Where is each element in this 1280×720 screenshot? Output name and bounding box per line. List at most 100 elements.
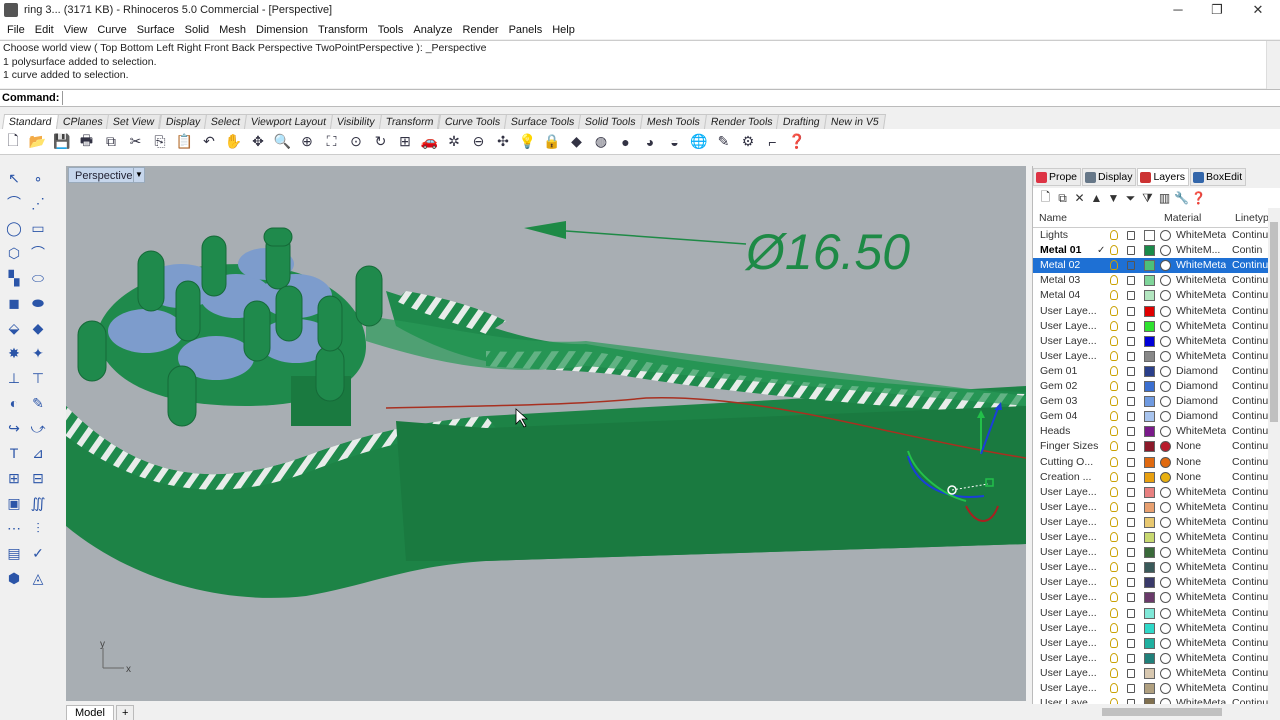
dimension-icon[interactable]: ⌐ <box>762 131 784 153</box>
material-swatch[interactable] <box>1160 501 1171 513</box>
layer-color-swatch[interactable] <box>1144 381 1155 392</box>
visibility-bulb-icon[interactable] <box>1110 456 1118 467</box>
layer-linetype[interactable]: Continu <box>1232 621 1272 636</box>
layer-row[interactable]: Heads WhiteMetal Continu <box>1033 424 1273 439</box>
layer-linetype[interactable]: Continu <box>1232 304 1272 319</box>
layer-row[interactable]: User Laye... WhiteMetal Continu <box>1033 545 1273 560</box>
lock-icon[interactable] <box>1127 261 1135 271</box>
viewport-menu-icon[interactable]: ▼ <box>133 167 145 183</box>
toolbar-tab-solid-tools[interactable]: Solid Tools <box>578 114 643 129</box>
split-icon[interactable]: ⊤ <box>27 367 49 389</box>
layer-row[interactable]: User Laye... WhiteMetal Continu <box>1033 651 1273 666</box>
layer-color-swatch[interactable] <box>1144 471 1155 483</box>
material-swatch[interactable] <box>1160 320 1171 332</box>
material-swatch[interactable] <box>1160 683 1171 694</box>
toolbar-tab-transform[interactable]: Transform <box>378 114 441 129</box>
check-icon[interactable]: ✓ <box>27 542 49 564</box>
layer-linetype[interactable]: Continu <box>1232 606 1272 621</box>
material-swatch[interactable] <box>1160 622 1171 634</box>
polyline-icon[interactable]: ⌒ <box>3 192 25 214</box>
blend-icon[interactable]: ✎ <box>27 392 49 414</box>
panel-tab-display[interactable]: Display <box>1082 168 1137 186</box>
material-swatch[interactable] <box>1160 516 1171 528</box>
layer-material[interactable]: None <box>1176 455 1226 470</box>
layer-linetype[interactable]: Continu <box>1232 545 1272 560</box>
material-swatch[interactable] <box>1160 607 1171 619</box>
shaded-sphere-icon[interactable]: ◕ <box>639 131 661 153</box>
layer-row[interactable]: User Laye... WhiteMetal Continu <box>1033 666 1273 681</box>
extrude-icon[interactable]: ◆ <box>27 317 49 339</box>
zoom-extents-icon[interactable]: ⛶ <box>321 131 343 153</box>
panel-tab-layers[interactable]: Layers <box>1137 168 1189 186</box>
visibility-bulb-icon[interactable] <box>1110 562 1118 573</box>
hscroll-thumb[interactable] <box>1102 708 1222 716</box>
material-swatch[interactable] <box>1160 230 1171 241</box>
lock-icon[interactable]: 🔒 <box>541 131 563 153</box>
menu-solid[interactable]: Solid <box>180 24 214 36</box>
layer-material[interactable]: WhiteMetal <box>1176 575 1226 590</box>
minimize-button[interactable]: ─ <box>1158 0 1198 20</box>
layer-material[interactable]: WhiteMetal <box>1176 515 1226 530</box>
layer-material[interactable]: Diamond <box>1176 379 1226 394</box>
layer-row[interactable]: User Laye... WhiteMetal Continu <box>1033 696 1273 704</box>
material-swatch[interactable] <box>1160 350 1171 362</box>
surface-icon[interactable]: ▚ <box>3 267 25 289</box>
mesh-icon[interactable]: ⬢ <box>3 567 25 589</box>
material-swatch[interactable] <box>1160 471 1171 483</box>
trim-icon[interactable]: ⊥ <box>3 367 25 389</box>
visibility-bulb-icon[interactable] <box>1110 350 1118 361</box>
visibility-bulb-icon[interactable] <box>1110 305 1118 316</box>
visibility-bulb-icon[interactable] <box>1110 396 1118 407</box>
layer-linetype[interactable]: Continu <box>1232 696 1272 704</box>
layer-color-swatch[interactable] <box>1144 683 1155 694</box>
lock-icon[interactable] <box>1127 578 1135 588</box>
undo-icon[interactable]: ↶ <box>198 131 220 153</box>
command-input[interactable] <box>62 91 1280 105</box>
menu-curve[interactable]: Curve <box>92 24 131 36</box>
layer-row[interactable]: User Laye... WhiteMetal Continu <box>1033 515 1273 530</box>
material-swatch[interactable] <box>1160 547 1171 559</box>
material-swatch[interactable] <box>1160 441 1171 453</box>
gumball-icon[interactable]: ✣ <box>492 131 514 153</box>
menu-help[interactable]: Help <box>547 24 580 36</box>
layer-material[interactable]: WhiteMetal <box>1176 273 1226 288</box>
layer-color-swatch[interactable] <box>1144 532 1155 543</box>
layer-row[interactable]: User Laye... WhiteMetal Continu <box>1033 560 1273 575</box>
layer-row[interactable]: User Laye... WhiteMetal Continu <box>1033 500 1273 515</box>
material-swatch[interactable] <box>1160 411 1171 423</box>
material-swatch[interactable] <box>1160 365 1171 377</box>
lock-icon[interactable] <box>1127 276 1135 286</box>
layer-color-swatch[interactable] <box>1144 290 1155 302</box>
visibility-bulb-icon[interactable] <box>1110 230 1118 240</box>
help-icon[interactable]: ❓ <box>1190 190 1207 207</box>
visibility-bulb-icon[interactable] <box>1110 426 1118 437</box>
ring-model[interactable]: Ø16.50 x y <box>66 166 1026 701</box>
help-icon[interactable]: ❓ <box>786 131 808 153</box>
layer-linetype[interactable]: Continu <box>1232 424 1272 439</box>
layer-material[interactable]: WhiteMetal <box>1176 304 1226 319</box>
layer-color-swatch[interactable] <box>1144 652 1155 664</box>
layer-material[interactable]: WhiteMetal <box>1176 621 1226 636</box>
layer-row[interactable]: User Laye... WhiteMetal Continu <box>1033 681 1273 696</box>
offset-icon[interactable]: ◐ <box>3 392 25 414</box>
lock-icon[interactable] <box>1127 427 1135 437</box>
layer-linetype[interactable]: Continu <box>1232 560 1272 575</box>
new-icon[interactable]: 🗋 <box>2 131 24 153</box>
tools-icon[interactable]: ▥ <box>1156 190 1173 207</box>
grid-icon[interactable]: ∭ <box>27 492 49 514</box>
lock-icon[interactable] <box>1127 351 1135 361</box>
layer-linetype[interactable]: Continu <box>1232 636 1272 651</box>
material-swatch[interactable] <box>1160 290 1171 302</box>
material-swatch[interactable] <box>1160 562 1171 574</box>
layer-row[interactable]: Metal 01 ✓ WhiteM... Contin <box>1033 243 1273 258</box>
layer-material[interactable]: WhiteMetal <box>1176 696 1226 704</box>
header-linetype[interactable]: Linetyp <box>1235 212 1269 224</box>
lock-icon[interactable] <box>1127 668 1135 678</box>
layer-linetype[interactable]: Continu <box>1232 409 1272 424</box>
visibility-bulb-icon[interactable] <box>1110 667 1118 678</box>
material-swatch[interactable] <box>1160 637 1171 649</box>
menu-view[interactable]: View <box>59 24 93 36</box>
text-icon[interactable]: T <box>3 442 25 464</box>
toolbar-tab-cplanes[interactable]: CPlanes <box>55 114 110 129</box>
print-icon[interactable]: 🖶 <box>76 131 98 153</box>
